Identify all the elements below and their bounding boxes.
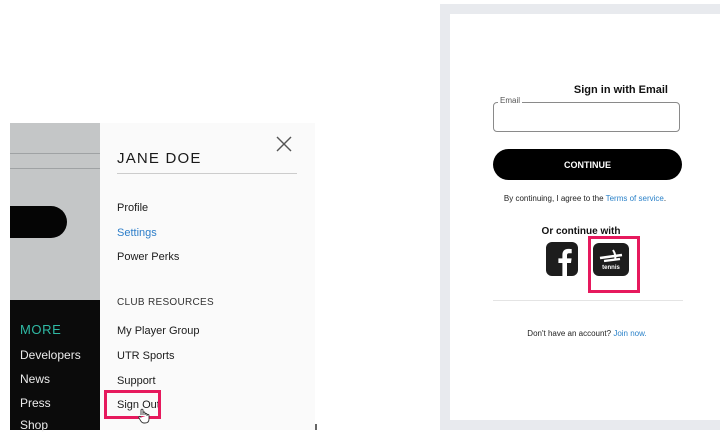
divider [10,168,100,169]
divider [315,424,317,430]
divider [493,300,683,301]
sidebar-link-press[interactable]: Press [20,396,51,410]
signin-card: Sign in with Email Email CONTINUE By con… [450,14,720,420]
no-account-text: Don't have an account? [527,329,614,338]
menu-item-power-perks[interactable]: Power Perks [117,251,179,263]
more-sidebar: MORE Developers News Press Shop [10,300,100,432]
background-button [10,206,67,238]
signup-prompt: Don't have an account? Join now. [450,329,720,338]
menu-item-my-player-group[interactable]: My Player Group [117,325,200,337]
signin-title: Sign in with Email [573,84,668,96]
sign-out-highlight [104,390,161,419]
menu-item-profile[interactable]: Profile [117,202,148,214]
divider [10,153,100,154]
terms-notice: By continuing, I agree to the Terms of s… [450,194,720,203]
club-resources-heading: CLUB RESOURCES [117,297,214,308]
user-name: JANE DOE [117,150,202,167]
more-heading: MORE [20,322,62,337]
terms-prefix: By continuing, I agree to the [503,194,606,203]
join-now-link[interactable]: Join now. [613,329,646,338]
account-drawer: JANE DOE Profile Settings Power Perks CL… [100,123,315,430]
continue-button[interactable]: CONTINUE [493,149,682,180]
sidebar-link-developers[interactable]: Developers [20,348,81,362]
divider [117,173,297,174]
or-continue-heading: Or continue with [541,226,621,237]
facebook-icon[interactable] [546,242,578,276]
menu-item-support[interactable]: Support [117,375,156,387]
hand-cursor-icon [138,408,150,429]
terms-link[interactable]: Terms of service [606,194,664,203]
menu-item-settings[interactable]: Settings [117,227,157,239]
menu-item-utr-sports[interactable]: UTR Sports [117,350,174,362]
close-icon[interactable] [273,133,295,155]
tennis-highlight [588,236,640,293]
sidebar-link-news[interactable]: News [20,372,50,386]
email-label: Email [498,96,523,105]
email-field[interactable] [493,102,680,132]
terms-suffix: . [663,194,667,203]
